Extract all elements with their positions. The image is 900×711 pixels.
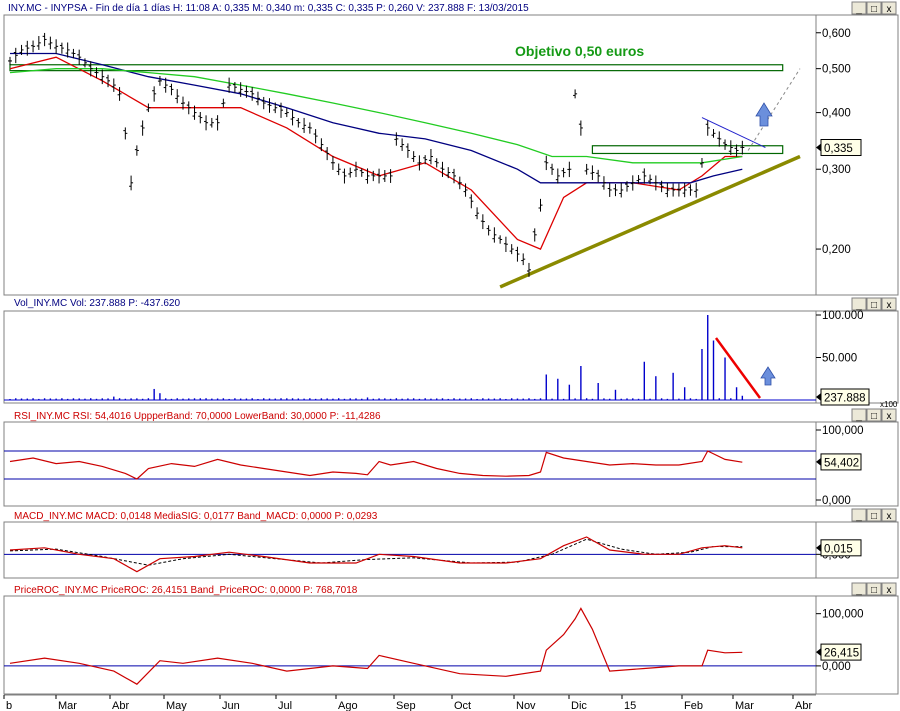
- last-value-label: 54,402: [824, 457, 859, 469]
- rsi-plot-area: [3, 421, 817, 507]
- price-last-value-badge: 0,335: [816, 139, 862, 157]
- volume-last-value-badge: 237.888: [816, 388, 870, 406]
- roc-header: PriceROC_INY.MC PriceROC: 26,4151 Band_P…: [14, 585, 358, 596]
- volume-multiplier: x100: [880, 400, 898, 409]
- price-window-controls[interactable]: _ □ x: [851, 1, 897, 15]
- maximize-icon[interactable]: □: [871, 511, 877, 522]
- maximize-icon[interactable]: □: [871, 411, 877, 422]
- target-annotation: Objetivo 0,50 euros: [515, 43, 644, 59]
- macd-last-value-badge: 0,015: [816, 539, 862, 557]
- minimize-icon[interactable]: _: [855, 411, 862, 422]
- volume-plot-area: [3, 310, 817, 404]
- last-value-label: 237.888: [824, 393, 866, 405]
- month-label: Jul: [278, 700, 292, 711]
- axis-tick-label: 50.000: [822, 353, 857, 365]
- axis-tick-label: 100,000: [822, 425, 864, 437]
- maximize-icon[interactable]: □: [871, 4, 877, 15]
- month-axis: b Mar Abr May Jun Jul Ago Sep Oct Nov Dic 15 Feb Mar A…: [3, 694, 816, 711]
- axis-tick-label: 0,200: [822, 244, 851, 256]
- axis-tick-label: 0,300: [822, 164, 851, 176]
- last-value-label: 0,015: [824, 543, 853, 555]
- rsi-panel: RSI_INY.MC RSI: 54,4016 UppperBand: 70,0…: [3, 408, 899, 507]
- rsi-window-controls[interactable]: _ □ x: [851, 408, 897, 422]
- roc-plot-area: [3, 595, 817, 695]
- roc-window-controls[interactable]: _ □ x: [851, 582, 897, 596]
- stock-chart-canvas: INY.MC - INYPSA - Fin de día 1 días H: 1…: [3, 1, 899, 711]
- month-label: Nov: [516, 700, 536, 711]
- maximize-icon[interactable]: □: [871, 300, 877, 311]
- price-header: INY.MC - INYPSA - Fin de día 1 días H: 1…: [8, 3, 529, 14]
- axis-tick-label: 0,500: [822, 64, 851, 76]
- month-label: Ago: [338, 700, 358, 711]
- macd-window-controls[interactable]: _ □ x: [851, 508, 897, 522]
- axis-tick-label: 0,600: [822, 28, 851, 40]
- close-icon[interactable]: x: [887, 585, 892, 596]
- minimize-icon[interactable]: _: [855, 511, 862, 522]
- volume-panel: Vol_INY.MC Vol: 237.888 P: -437.620 _ □ …: [3, 297, 899, 409]
- axis-tick-label: 100,000: [822, 609, 864, 621]
- month-label: Feb: [684, 700, 703, 711]
- rsi-last-value-badge: 54,402: [816, 453, 862, 471]
- macd-header: MACD_INY.MC MACD: 0,0148 MediaSIG: 0,017…: [14, 511, 378, 522]
- close-icon[interactable]: x: [887, 300, 892, 311]
- axis-tick-label: 0,400: [822, 108, 851, 120]
- month-label: Jun: [222, 700, 240, 711]
- month-label: Abr: [112, 700, 129, 711]
- axis-tick-label: 100.000: [822, 310, 864, 322]
- month-label: Abr: [795, 700, 812, 711]
- month-label: May: [166, 700, 187, 711]
- month-label: b: [6, 700, 12, 711]
- month-label: Mar: [735, 700, 754, 711]
- month-label: Dic: [571, 700, 587, 711]
- month-label: Sep: [396, 700, 416, 711]
- volume-header: Vol_INY.MC Vol: 237.888 P: -437.620: [14, 298, 180, 309]
- maximize-icon[interactable]: □: [871, 585, 877, 596]
- roc-panel: PriceROC_INY.MC PriceROC: 26,4151 Band_P…: [3, 582, 899, 695]
- close-icon[interactable]: x: [887, 511, 892, 522]
- minimize-icon[interactable]: _: [855, 585, 862, 596]
- minimize-icon[interactable]: _: [855, 4, 862, 15]
- macd-panel: MACD_INY.MC MACD: 0,0148 MediaSIG: 0,017…: [3, 508, 899, 579]
- price-panel: INY.MC - INYPSA - Fin de día 1 días H: 1…: [3, 1, 899, 296]
- rsi-header: RSI_INY.MC RSI: 54,4016 UppperBand: 70,0…: [14, 411, 381, 422]
- close-icon[interactable]: x: [887, 411, 892, 422]
- last-value-label: 0,335: [824, 143, 853, 155]
- roc-last-value-badge: 26,415: [816, 643, 862, 661]
- month-label: 15: [624, 700, 636, 711]
- close-icon[interactable]: x: [887, 4, 892, 15]
- month-label: Oct: [454, 700, 471, 711]
- axis-tick-label: 0,000: [822, 495, 851, 507]
- month-label: Mar: [58, 700, 77, 711]
- price-plot-area: [3, 14, 817, 296]
- axis-tick-label: 0,000: [822, 661, 851, 673]
- last-value-label: 26,415: [824, 648, 859, 660]
